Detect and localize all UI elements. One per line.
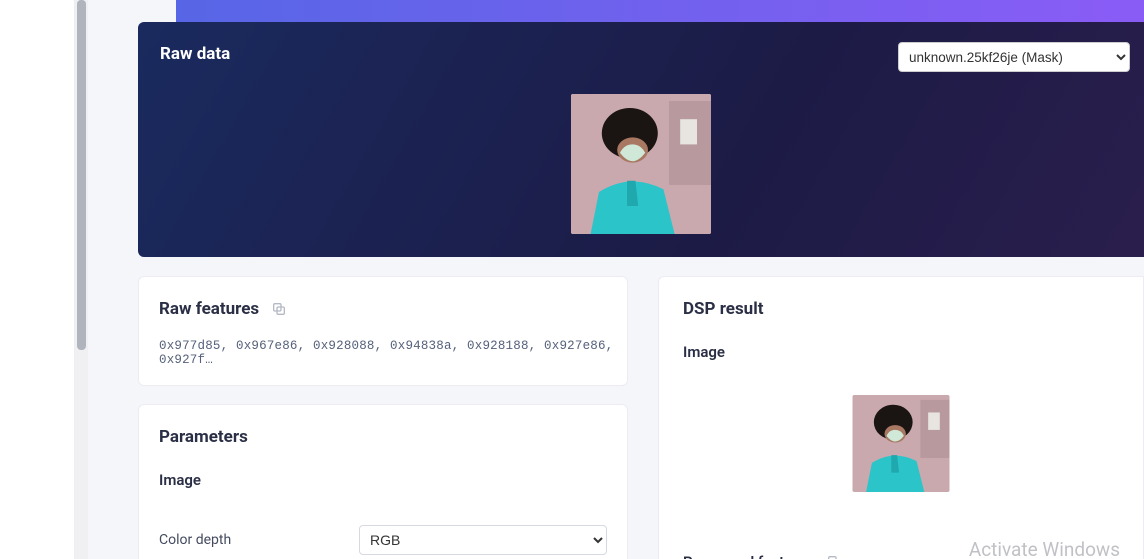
sidebar-item[interactable]: n — [0, 193, 75, 209]
sidebar-item[interactable]: n — [0, 259, 75, 275]
raw-data-title: Raw data — [160, 44, 230, 64]
dsp-result-title: DSP result — [683, 299, 763, 319]
color-depth-select[interactable]: RGB — [359, 525, 607, 555]
sample-select[interactable]: unknown.25kf26je (Mask) — [898, 42, 1130, 72]
sidebar: ULSE n n pulse earning ion — [0, 0, 75, 559]
raw-data-card: Raw data unknown.25kf26je (Mask) — [138, 22, 1144, 257]
dsp-result-card: DSP result Image Processed features — [658, 276, 1144, 559]
copy-icon[interactable] — [271, 301, 287, 317]
scrollbar-track[interactable] — [75, 0, 88, 559]
sidebar-item[interactable]: ion — [0, 457, 75, 473]
parameters-title: Parameters — [159, 427, 248, 447]
copy-icon[interactable] — [826, 554, 842, 559]
sidebar-item[interactable]: pulse — [0, 325, 75, 341]
sidebar-item[interactable]: earning — [0, 391, 75, 407]
raw-data-image — [571, 94, 711, 234]
raw-features-title: Raw features — [159, 299, 259, 319]
raw-features-card: Raw features 0x977d85, 0x967e86, 0x92808… — [138, 276, 628, 386]
raw-features-hex: 0x977d85, 0x967e86, 0x928088, 0x94838a, … — [159, 339, 627, 367]
parameters-card: Parameters Image Color depth RGB — [138, 404, 628, 559]
scrollbar-thumb[interactable] — [77, 0, 86, 350]
dsp-result-image — [853, 395, 950, 492]
color-depth-label: Color depth — [159, 532, 231, 548]
processed-features-title: Processed features — [683, 553, 814, 559]
brand-logo: ULSE — [0, 30, 75, 53]
parameters-section-image: Image — [159, 471, 201, 489]
dsp-section-image: Image — [683, 343, 725, 361]
